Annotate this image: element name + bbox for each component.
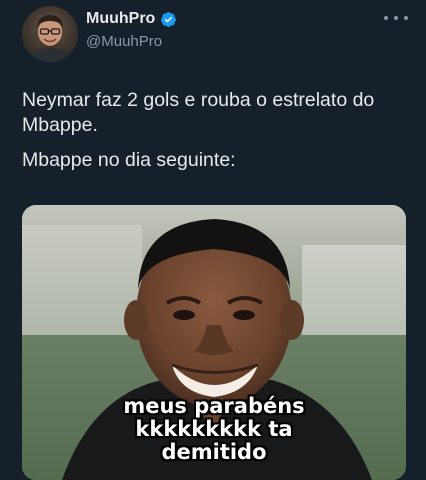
author-avatar[interactable] [22,6,78,62]
tweet-card: MuuhPro @MuuhPro Neymar faz 2 gols e rou… [0,0,426,480]
tweet-text-line-1: Neymar faz 2 gols e rouba o estrelato do… [22,89,375,136]
tweet-body: Neymar faz 2 gols e rouba o estrelato do… [22,88,412,173]
meme-caption: meus parabéns kkkkkkkkk ta demitido [22,395,406,464]
author-display-name[interactable]: MuuhPro [86,10,155,28]
author-name-row[interactable]: MuuhPro [86,10,177,28]
user-avatar-icon [25,15,75,62]
verified-badge-icon [161,11,177,27]
tweet-text-line-2: Mbappe no dia seguinte: [22,149,236,171]
author-handle[interactable]: @MuuhPro [86,33,162,50]
meme-caption-line-1: meus parabéns [123,394,305,418]
meme-caption-line-3: demitido [161,440,267,464]
tweet-media-image[interactable]: meus parabéns kkkkkkkkk ta demitido [22,205,406,480]
more-horizontal-icon[interactable] [384,12,408,24]
meme-caption-line-2: kkkkkkkkk ta [135,417,293,441]
